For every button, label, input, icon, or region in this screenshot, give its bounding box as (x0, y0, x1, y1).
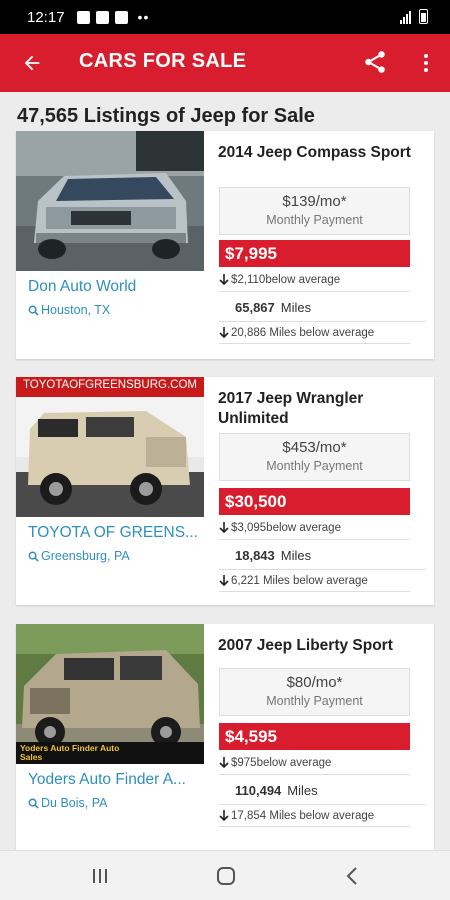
dealer-location-text: Houston, TX (41, 303, 111, 317)
facebook-notification-icon (114, 10, 128, 24)
mileage-value: 18,843 (235, 547, 275, 563)
arrow-down-icon (219, 757, 229, 769)
mail-notification-icon (95, 10, 109, 24)
mileage-unit: Miles (280, 547, 312, 563)
back-button[interactable] (18, 49, 46, 77)
price-badge: $30,500 (219, 488, 410, 515)
dealer-location[interactable]: Du Bois, PA (28, 796, 107, 810)
monthly-payment-label: Monthly Payment (266, 213, 363, 227)
image-notification-icon (76, 10, 90, 24)
listings-container[interactable]: 47,565 Listings of Jeep for Sale 2014 Je… (0, 92, 450, 850)
price-delta-row: $3,095below average (219, 517, 410, 540)
page-title: CARS FOR SALE (79, 50, 247, 72)
mileage-delta-row: 6,221 Miles below average (219, 570, 410, 592)
arrow-down-icon (219, 809, 229, 821)
search-location-icon (28, 798, 39, 809)
dealer-name-link[interactable]: TOYOTA OF GREENS... (28, 524, 200, 542)
mileage-value: 65,867 (235, 299, 275, 315)
arrow-down-icon (219, 274, 229, 286)
signal-icon (400, 10, 411, 24)
price-delta-row: $2,110below average (219, 269, 410, 292)
mileage-unit: Miles (280, 299, 312, 315)
mileage-delta-row: 20,886 Miles below average (219, 322, 410, 344)
photo-banner-text: TOYOTAOFGREENSBURG.COM (22, 379, 197, 391)
price-badge: $7,995 (219, 240, 410, 267)
arrow-down-icon (219, 326, 229, 338)
arrow-down-icon (219, 522, 229, 534)
system-back-button[interactable] (340, 865, 364, 887)
car-photo-image (16, 131, 204, 271)
arrow-down-icon (219, 574, 229, 586)
arrow-left-icon (24, 55, 40, 71)
dealer-name-link[interactable]: Yoders Auto Finder A... (28, 771, 200, 789)
system-nav-bar (0, 850, 450, 900)
more-vert-icon (424, 54, 428, 58)
search-location-icon (28, 305, 39, 316)
listing-title[interactable]: 2014 Jeep Compass Sport (218, 143, 423, 163)
mileage-row: 18,843 Miles (219, 541, 426, 570)
home-button[interactable] (214, 865, 238, 887)
overflow-menu-button[interactable] (414, 49, 438, 77)
dealer-location[interactable]: Houston, TX (28, 303, 110, 317)
monthly-payment-label: Monthly Payment (266, 459, 363, 473)
monthly-payment-amount: $453/mo* (282, 439, 347, 456)
mileage-row: 65,867 Miles (219, 293, 426, 322)
mileage-value: 110,494 (235, 782, 282, 798)
share-button[interactable] (362, 49, 390, 77)
monthly-payment-amount: $139/mo* (282, 193, 347, 210)
listing-card[interactable]: TOYOTAOFGREENSBURG.COM 2017 Jeep Wrangle… (16, 377, 434, 605)
listing-card[interactable]: 2014 Jeep Compass Sport $139/mo* Monthly… (16, 131, 434, 359)
mileage-delta-text: 20,886 Miles below average (231, 326, 375, 339)
price-delta-row: $975below average (219, 752, 410, 775)
mileage-delta-row: 17,854 Miles below average (219, 805, 410, 827)
price-delta-text: $975below average (231, 757, 332, 769)
mileage-delta-text: 6,221 Miles below average (231, 574, 368, 587)
price-delta-text: $3,095below average (231, 522, 341, 534)
app-bar: CARS FOR SALE (0, 34, 450, 92)
status-time: 12:17 (27, 8, 65, 26)
share-icon (365, 51, 385, 73)
car-photo-image (16, 377, 204, 517)
listing-title[interactable]: 2017 Jeep Wrangler Unlimited (218, 389, 423, 429)
notification-icons: •• (76, 9, 150, 25)
monthly-payment-box[interactable]: $80/mo* Monthly Payment (219, 668, 410, 716)
mileage-delta-text: 17,854 Miles below average (231, 809, 375, 822)
monthly-payment-amount: $80/mo* (286, 674, 343, 691)
monthly-payment-box[interactable]: $139/mo* Monthly Payment (219, 187, 410, 235)
chevron-left-icon (346, 867, 357, 885)
search-location-icon (28, 551, 39, 562)
mileage-row: 110,494 Miles (219, 776, 426, 805)
car-photo[interactable]: Yoders Auto Finder Auto Sales (16, 624, 204, 764)
mileage-unit: Miles (287, 782, 318, 798)
price-delta-text: $2,110below average (231, 274, 341, 286)
listing-card[interactable]: Yoders Auto Finder Auto Sales 2007 Jeep … (16, 624, 434, 850)
car-photo[interactable] (16, 131, 204, 271)
recents-button[interactable] (88, 865, 112, 887)
dealer-location-text: Du Bois, PA (41, 796, 108, 810)
battery-icon (419, 9, 428, 24)
status-bar: 12:17 •• (0, 0, 450, 34)
recents-icon (93, 869, 107, 883)
photo-banner-text: Yoders Auto Finder Auto Sales (20, 743, 120, 762)
dealer-location-text: Greensburg, PA (41, 549, 130, 563)
dealer-location[interactable]: Greensburg, PA (28, 549, 130, 563)
home-icon (217, 867, 235, 885)
listing-title[interactable]: 2007 Jeep Liberty Sport (218, 636, 423, 656)
price-badge: $4,595 (219, 723, 410, 750)
dealer-name-link[interactable]: Don Auto World (28, 278, 200, 296)
listings-count-heading: 47,565 Listings of Jeep for Sale (17, 105, 315, 127)
car-photo[interactable]: TOYOTAOFGREENSBURG.COM (16, 377, 204, 517)
monthly-payment-box[interactable]: $453/mo* Monthly Payment (219, 433, 410, 481)
more-notifications-text: •• (137, 9, 150, 25)
monthly-payment-label: Monthly Payment (266, 694, 363, 708)
